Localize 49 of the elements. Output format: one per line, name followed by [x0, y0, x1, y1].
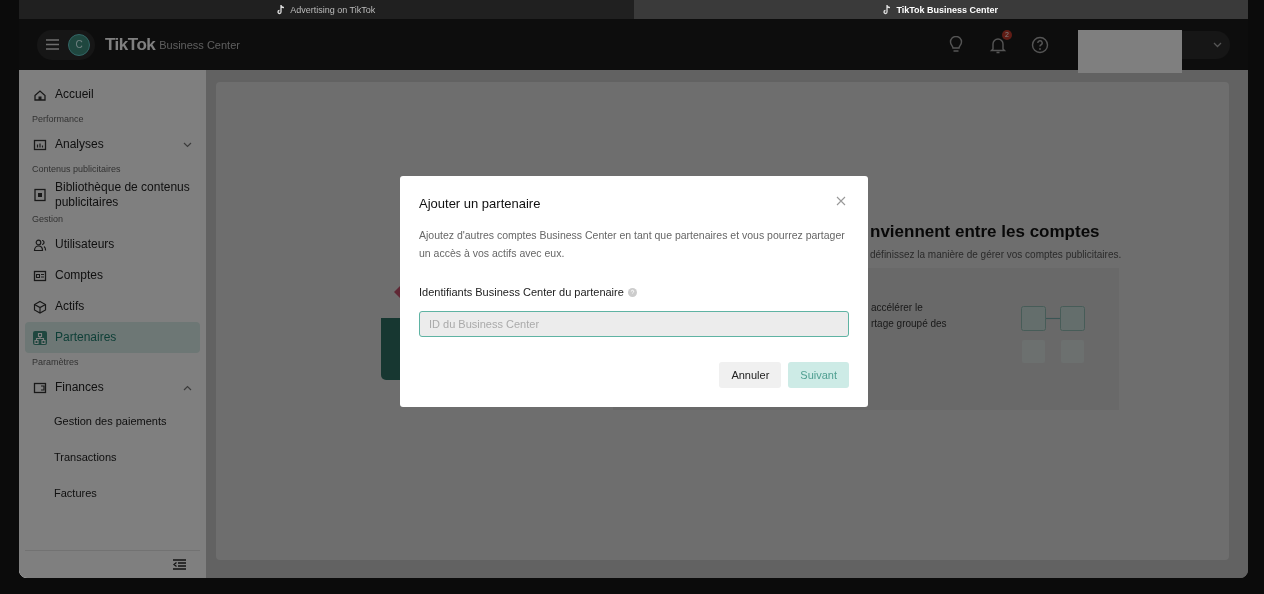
- sidebar-item[interactable]: Analyses: [25, 129, 200, 160]
- sidebar-item[interactable]: Bibliothèque de contenus publicitaires: [25, 179, 200, 210]
- lightbulb-icon[interactable]: [947, 35, 965, 54]
- sidebar-subitem[interactable]: Transactions: [25, 439, 200, 475]
- sidebar-item[interactable]: Finances: [25, 372, 200, 403]
- section-label: Gestion: [31, 213, 65, 226]
- account-switcher[interactable]: [1182, 30, 1230, 59]
- menu-item-icon: [33, 187, 47, 202]
- section-label: Paramètres: [31, 356, 80, 369]
- note-icon: [277, 4, 286, 15]
- panel-text: accélérer le: [871, 302, 924, 313]
- menu-item-icon: [33, 299, 47, 314]
- close-icon: [836, 196, 846, 206]
- collapse-sidebar-icon[interactable]: [173, 559, 186, 570]
- field-label: Identifiants Business Center du partenaire: [419, 286, 624, 298]
- page-subtitle: définissez la manière de gérer vos comptes publicitaires.: [870, 249, 1123, 260]
- business-center-id-field[interactable]: ID du Business Center: [419, 311, 849, 337]
- menu-item-icon: [33, 268, 47, 283]
- close-button[interactable]: [835, 194, 847, 206]
- menu-icon: [46, 39, 59, 50]
- help-icon[interactable]: [1031, 35, 1049, 54]
- sidebar-item[interactable]: Actifs: [25, 291, 200, 322]
- menu-item-icon: [33, 380, 47, 395]
- browser-tab[interactable]: TikTok Business Center: [633, 0, 1248, 19]
- product-name: Business Center: [159, 38, 240, 51]
- menu-pill[interactable]: C: [37, 29, 95, 60]
- page-headline: nviennent entre les comptes: [870, 222, 1101, 242]
- sidebar-item[interactable]: Utilisateurs: [25, 229, 200, 260]
- menu-item-icon: [33, 330, 47, 345]
- sidebar-item[interactable]: Accueil: [25, 79, 200, 110]
- flowchart-drawing: [1020, 306, 1085, 364]
- notification-icon[interactable]: [989, 35, 1007, 54]
- help-icon[interactable]: [627, 287, 637, 297]
- sidebar-item[interactable]: Partenaires: [25, 322, 200, 353]
- note-icon: [883, 4, 892, 15]
- modal-title: Ajouter un partenaire: [419, 196, 541, 211]
- section-label: Performance: [31, 113, 85, 126]
- panel-text: rtage groupé des: [871, 318, 947, 329]
- sidebar-subitem[interactable]: Gestion des paiements: [25, 403, 200, 439]
- menu-item-icon: [33, 237, 47, 252]
- sidebar-item[interactable]: Comptes: [25, 260, 200, 291]
- section-label: Contenus publicitaires: [31, 163, 122, 176]
- avatar: C: [68, 33, 90, 56]
- sidebar-subitem[interactable]: Factures: [25, 475, 200, 511]
- logo: TikTok: [105, 34, 156, 55]
- modal-description: Ajoutez d'autres comptes Business Center en tant que partenaires et vous pourrez partager un accès à vos actifs avec eux.: [419, 228, 846, 261]
- chevron-down-icon: [1213, 41, 1222, 48]
- cancel-button[interactable]: Annuler: [719, 362, 782, 388]
- menu-item-icon: [33, 137, 47, 152]
